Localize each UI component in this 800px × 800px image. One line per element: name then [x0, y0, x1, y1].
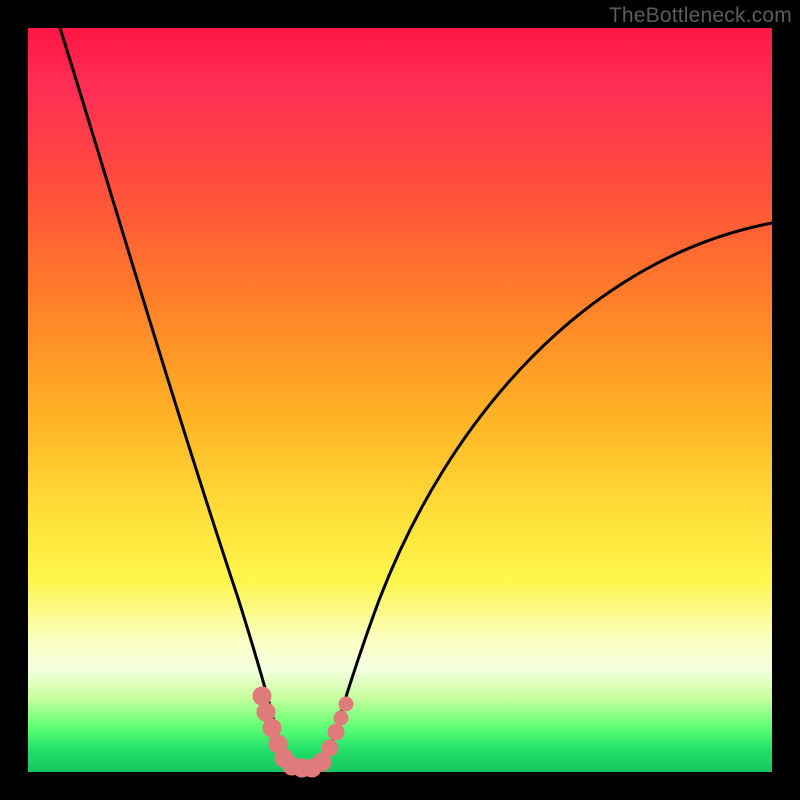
marker-cluster — [253, 687, 353, 777]
bottleneck-curve-path — [60, 28, 772, 769]
plot-area — [28, 28, 772, 772]
curve-svg — [28, 28, 772, 772]
watermark-text: TheBottleneck.com — [609, 4, 792, 28]
outer-frame: TheBottleneck.com — [0, 0, 800, 800]
